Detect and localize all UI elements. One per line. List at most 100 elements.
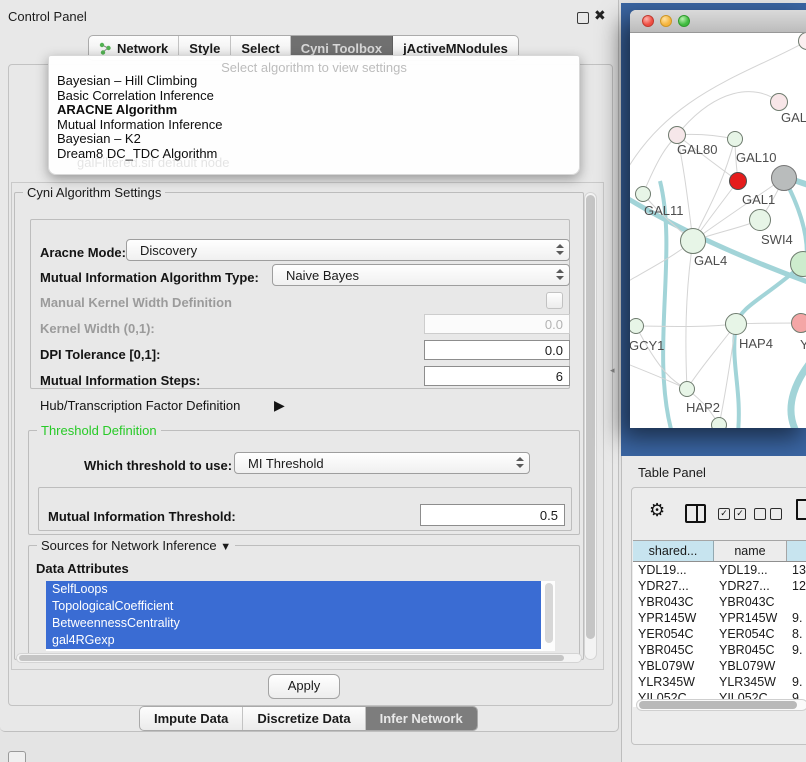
table-row[interactable]: YBR043CYBR043C (633, 594, 806, 610)
select-all-icon[interactable]: ✓ ✓ (718, 508, 746, 520)
mi-threshold-label: Mutual Information Threshold: (48, 509, 236, 524)
cell: 13 (787, 562, 806, 578)
dropdown-item[interactable]: Mutual Information Inference (57, 117, 222, 132)
node-GAL11[interactable] (635, 186, 651, 202)
list-item-selected[interactable]: TopologicalCoefficient (46, 598, 541, 615)
scrollbar-thumb[interactable] (19, 655, 564, 661)
dropdown-item[interactable]: Basic Correlation Inference (57, 88, 214, 103)
tab-discretize-data[interactable]: Discretize Data (243, 707, 365, 730)
node-label: GCY1 (630, 338, 664, 353)
dpi-tolerance-label: DPI Tolerance [0,1]: (40, 347, 160, 362)
node-gray[interactable] (771, 165, 797, 191)
tab-label: Network (117, 41, 168, 56)
cell: YBL079W (633, 658, 714, 674)
node-HAP4[interactable] (725, 313, 747, 335)
tab-label: Style (189, 41, 220, 56)
network-window: GAL7 GAL80 GAL10 GAL11 GAL1 SWI4 GAL4 GC… (630, 10, 806, 428)
mi-steps-input[interactable]: 6 (424, 366, 570, 386)
settings-vertical-scrollbar[interactable] (584, 192, 597, 660)
control-panel: Control Panel ✖ Network Style Select Cyn… (0, 0, 619, 732)
deselect-all-icon[interactable] (754, 508, 782, 520)
window-titlebar[interactable] (630, 10, 806, 33)
tab-impute-data[interactable]: Impute Data (140, 707, 243, 730)
table-row[interactable]: YBL079WYBL079W (633, 658, 806, 674)
network-view-background[interactable]: GAL7 GAL80 GAL10 GAL11 GAL1 SWI4 GAL4 GC… (621, 3, 806, 456)
manual-kernel-label: Manual Kernel Width Definition (40, 295, 232, 310)
document-icon[interactable] (796, 499, 806, 520)
cell: YPR145W (633, 610, 714, 626)
table-row[interactable]: YDL19...YDL19...13 (633, 562, 806, 578)
table-row[interactable]: YPR145WYPR145W9. (633, 610, 806, 626)
scrollbar-thumb[interactable] (545, 583, 553, 643)
cell: YBR045C (714, 642, 787, 658)
unchecked-box-icon (770, 508, 782, 520)
selected-value: MI Threshold (248, 456, 324, 471)
panel-collapse-icon[interactable]: ◂ (610, 365, 615, 376)
background-ghost-text: galFiltered.sif default node (77, 155, 229, 170)
table-row[interactable]: YER054CYER054C8. (633, 626, 806, 642)
column-header[interactable]: shared... (633, 541, 714, 561)
cell: YLR345W (714, 674, 787, 690)
manual-kernel-checkbox[interactable] (546, 292, 563, 309)
cell (787, 594, 806, 610)
list-item-selected[interactable]: gal4RGexp (46, 632, 541, 649)
node-HAP2[interactable] (679, 381, 695, 397)
dpi-tolerance-input[interactable]: 0.0 (424, 340, 570, 360)
cell: YDR27... (633, 578, 714, 594)
node-GAL1[interactable] (749, 209, 771, 231)
table-horizontal-scrollbar[interactable] (636, 699, 806, 711)
column-header[interactable]: name (714, 541, 787, 561)
gear-icon[interactable]: ⚙ (649, 500, 665, 521)
checked-box-icon: ✓ (718, 508, 730, 520)
scrollbar-thumb[interactable] (639, 701, 797, 709)
mi-type-select[interactable]: Naive Bayes (272, 264, 570, 286)
dropdown-item-selected[interactable]: ARACNE Algorithm (57, 102, 177, 117)
group-title: Sources for Network Inference ▼ (37, 538, 235, 553)
network-canvas[interactable]: GAL7 GAL80 GAL10 GAL11 GAL1 SWI4 GAL4 GC… (630, 33, 806, 428)
float-window-icon[interactable] (577, 12, 589, 24)
table-row[interactable]: YLR345WYLR345W9. (633, 674, 806, 690)
zoom-window-icon[interactable] (678, 15, 690, 27)
list-item-selected[interactable]: SelfLoops (46, 581, 541, 598)
table-box: ⚙ ✓ ✓ shared... name YDL19...YDL19...13 … (631, 487, 806, 745)
cell: YBR043C (633, 594, 714, 610)
minimize-window-icon[interactable] (660, 15, 672, 27)
node-salmon[interactable] (791, 313, 806, 333)
close-window-icon[interactable] (642, 15, 654, 27)
hub-definition-label: Hub/Transcription Factor Definition (40, 398, 240, 413)
node-red-selected[interactable] (729, 172, 747, 190)
selected-value: Discovery (140, 243, 197, 258)
combo-arrows-icon (556, 269, 564, 280)
aracne-mode-select[interactable]: Discovery (126, 239, 570, 261)
table-row[interactable]: YDR27...YDR27...12 (633, 578, 806, 594)
dropdown-item[interactable]: Bayesian – Hill Climbing (57, 73, 197, 88)
combo-arrows-icon (516, 457, 524, 468)
collapse-section-icon[interactable]: ▼ (220, 541, 231, 553)
node-GAL10[interactable] (727, 131, 743, 147)
expand-arrow-icon[interactable]: ▶ (274, 397, 285, 414)
node-label: GAL4 (694, 253, 727, 268)
dock-icon[interactable] (8, 751, 26, 762)
cell: YER054C (714, 626, 787, 642)
node-bottom-partial[interactable] (711, 417, 727, 428)
settings-horizontal-scrollbar[interactable] (16, 653, 582, 663)
node-label: GAL1 (742, 192, 775, 207)
cell (787, 658, 806, 674)
cell: YDL19... (714, 562, 787, 578)
list-scrollbar[interactable] (543, 581, 555, 651)
dropdown-item[interactable]: Bayesian – K2 (57, 131, 141, 146)
node-GAL7[interactable] (770, 93, 788, 111)
data-attributes-label: Data Attributes (36, 561, 129, 576)
apply-button[interactable]: Apply (268, 674, 340, 699)
table-row[interactable]: YBR045CYBR045C9. (633, 642, 806, 658)
list-item-selected[interactable]: BetweennessCentrality (46, 615, 541, 632)
which-threshold-select[interactable]: MI Threshold (234, 452, 530, 474)
node-GAL4[interactable] (680, 228, 706, 254)
columns-icon[interactable] (685, 504, 706, 523)
mi-threshold-input[interactable]: 0.5 (420, 504, 565, 526)
column-header[interactable] (787, 541, 806, 561)
close-icon[interactable]: ✖ (594, 7, 606, 24)
scrollbar-thumb[interactable] (586, 195, 595, 639)
kernel-width-input[interactable]: 0.0 (424, 314, 570, 334)
tab-infer-network[interactable]: Infer Network (366, 707, 477, 730)
